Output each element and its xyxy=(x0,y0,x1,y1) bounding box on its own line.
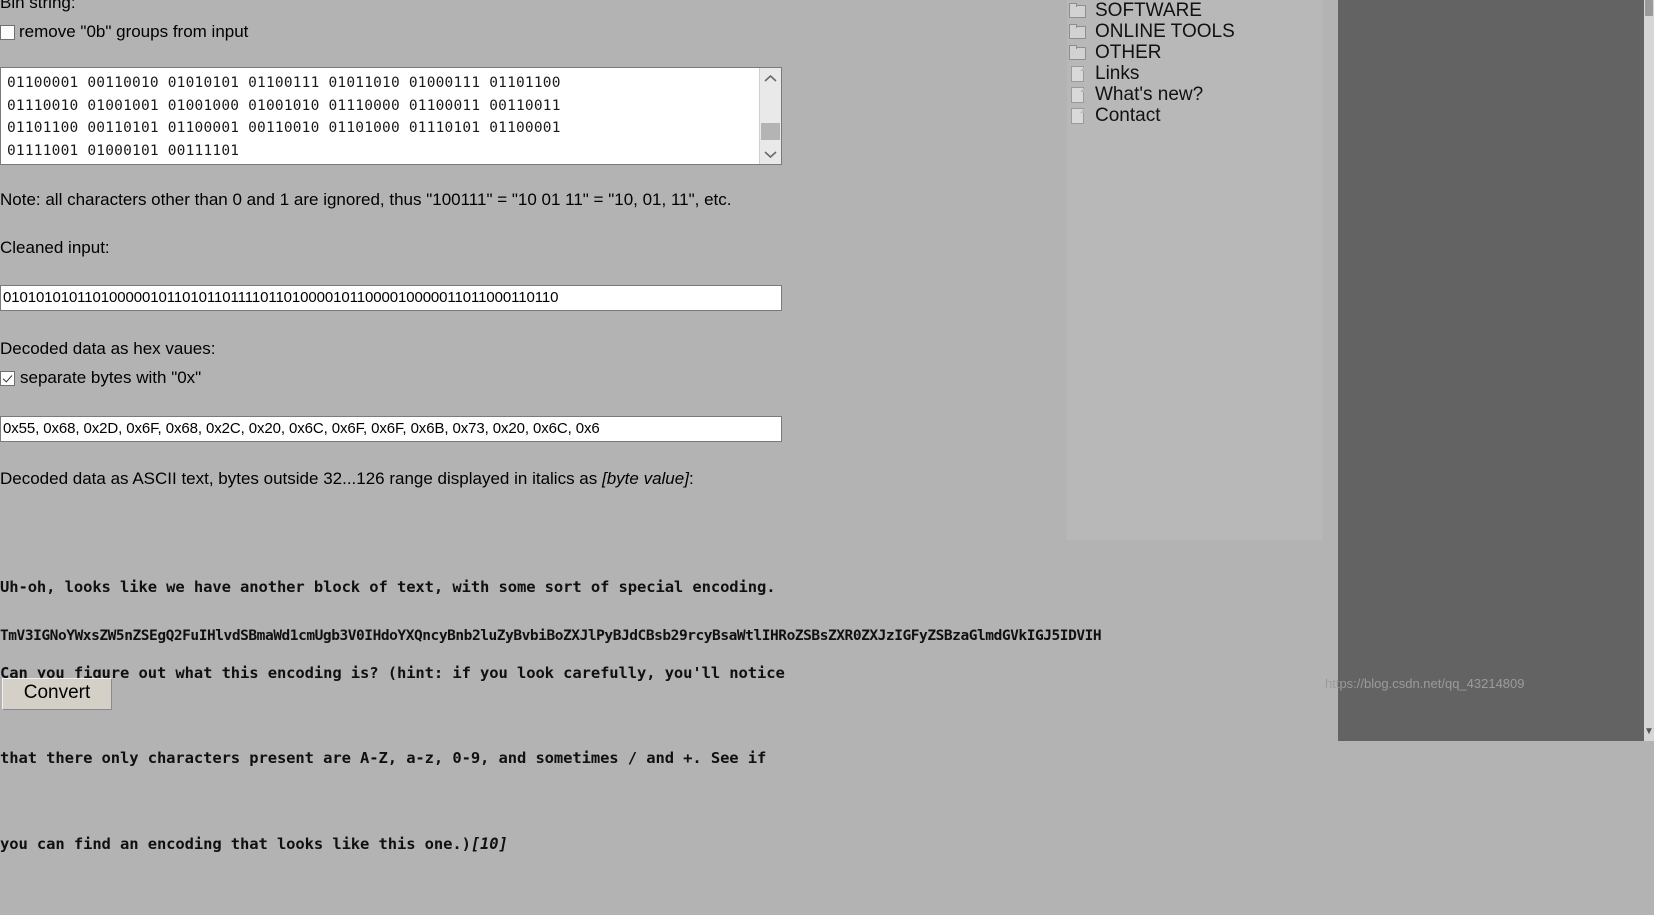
ascii-line-text: you can find an encoding that looks like… xyxy=(0,834,471,853)
separate-0x-row[interactable]: separate bytes with "0x" xyxy=(0,368,201,388)
page-root: ▼ Bin string: remove "0b" groups from in… xyxy=(0,0,1654,853)
ascii-label-colon: : xyxy=(688,469,694,488)
folder-icon xyxy=(1069,3,1087,18)
bin-string-label: Bin string: xyxy=(0,0,76,12)
folder-icon xyxy=(1069,24,1087,39)
cleaned-input-label: Cleaned input: xyxy=(0,238,110,257)
sidebar-item-other[interactable]: OTHER xyxy=(1067,42,1323,63)
watermark-text: https://blog.csdn.net/qq_43214809 xyxy=(1325,676,1525,691)
hex-values-label: Decoded data as hex vaues: xyxy=(0,339,216,358)
textarea-scrollbar[interactable] xyxy=(759,68,781,164)
textarea-scrollbar-thumb[interactable] xyxy=(761,123,780,140)
ascii-output-label: Decoded data as ASCII text, bytes outsid… xyxy=(0,469,694,489)
window-scrollbar-thumb[interactable] xyxy=(1645,0,1653,16)
separate-0x-label: separate bytes with "0x" xyxy=(20,368,202,387)
sidebar-item-label: SOFTWARE xyxy=(1095,0,1202,21)
sidebar-item-label: Links xyxy=(1095,63,1140,84)
scroll-down-chevron-icon[interactable] xyxy=(760,144,781,164)
sidebar-item-whats-new[interactable]: What's new? xyxy=(1067,84,1323,105)
page-icon xyxy=(1069,87,1087,103)
ascii-line: that there only characters present are A… xyxy=(0,749,767,767)
ascii-label-text: Decoded data as ASCII text, bytes outsid… xyxy=(0,469,602,488)
sidebar-item-label: Contact xyxy=(1095,105,1161,126)
sidebar-item-software[interactable]: SOFTWARE xyxy=(1067,0,1323,21)
remove-0b-label: remove "0b" groups from input xyxy=(19,22,249,41)
sidebar-item-links[interactable]: Links xyxy=(1067,63,1323,84)
ascii-label-italic: [byte value] xyxy=(601,469,689,488)
ascii-line: Uh-oh, looks like we have another block … xyxy=(0,578,776,596)
sidebar-item-label: What's new? xyxy=(1095,84,1204,105)
page-icon xyxy=(1069,108,1087,124)
sidebar-item-label: OTHER xyxy=(1095,42,1162,63)
bin-string-textarea-wrapper[interactable]: 01100001 00110010 01010101 01100111 0101… xyxy=(0,67,782,165)
sidebar-item-online-tools[interactable]: ONLINE TOOLS xyxy=(1067,21,1323,42)
ignored-characters-note: Note: all characters other than 0 and 1 … xyxy=(0,190,732,209)
bin-string-textarea[interactable]: 01100001 00110010 01010101 01100111 0101… xyxy=(1,68,759,164)
separate-0x-checkbox[interactable] xyxy=(0,370,15,386)
ascii-line: you can find an encoding that looks like… xyxy=(0,830,1654,859)
sidebar-item-contact[interactable]: Contact xyxy=(1067,105,1323,126)
scroll-up-chevron-icon[interactable] xyxy=(760,68,781,88)
base64-output-line: TmV3IGNoYWxsZW5nZSEgQ2FuIHlvdSBmaWd1cmUg… xyxy=(0,628,1102,644)
hex-values-field[interactable]: 0x55, 0x68, 0x2D, 0x6F, 0x68, 0x2C, 0x20… xyxy=(0,416,782,442)
ascii-byte-value: [10] xyxy=(470,834,508,853)
convert-button[interactable]: Convert xyxy=(2,678,112,710)
folder-icon xyxy=(1069,45,1087,60)
remove-0b-checkbox[interactable] xyxy=(0,24,15,40)
remove-0b-row[interactable]: remove "0b" groups from input xyxy=(0,22,248,42)
site-navigation-menu: SOFTWARE ONLINE TOOLS OTHER Links What's… xyxy=(1067,0,1323,540)
page-icon xyxy=(1069,66,1087,82)
ascii-decoded-output: Uh-oh, looks like we have another block … xyxy=(0,516,1654,915)
sidebar-item-label: ONLINE TOOLS xyxy=(1095,21,1235,42)
converter-form: Bin string: remove "0b" groups from inpu… xyxy=(0,0,1102,853)
cleaned-input-field[interactable]: 0101010101101000001011010110111101101000… xyxy=(0,285,782,311)
